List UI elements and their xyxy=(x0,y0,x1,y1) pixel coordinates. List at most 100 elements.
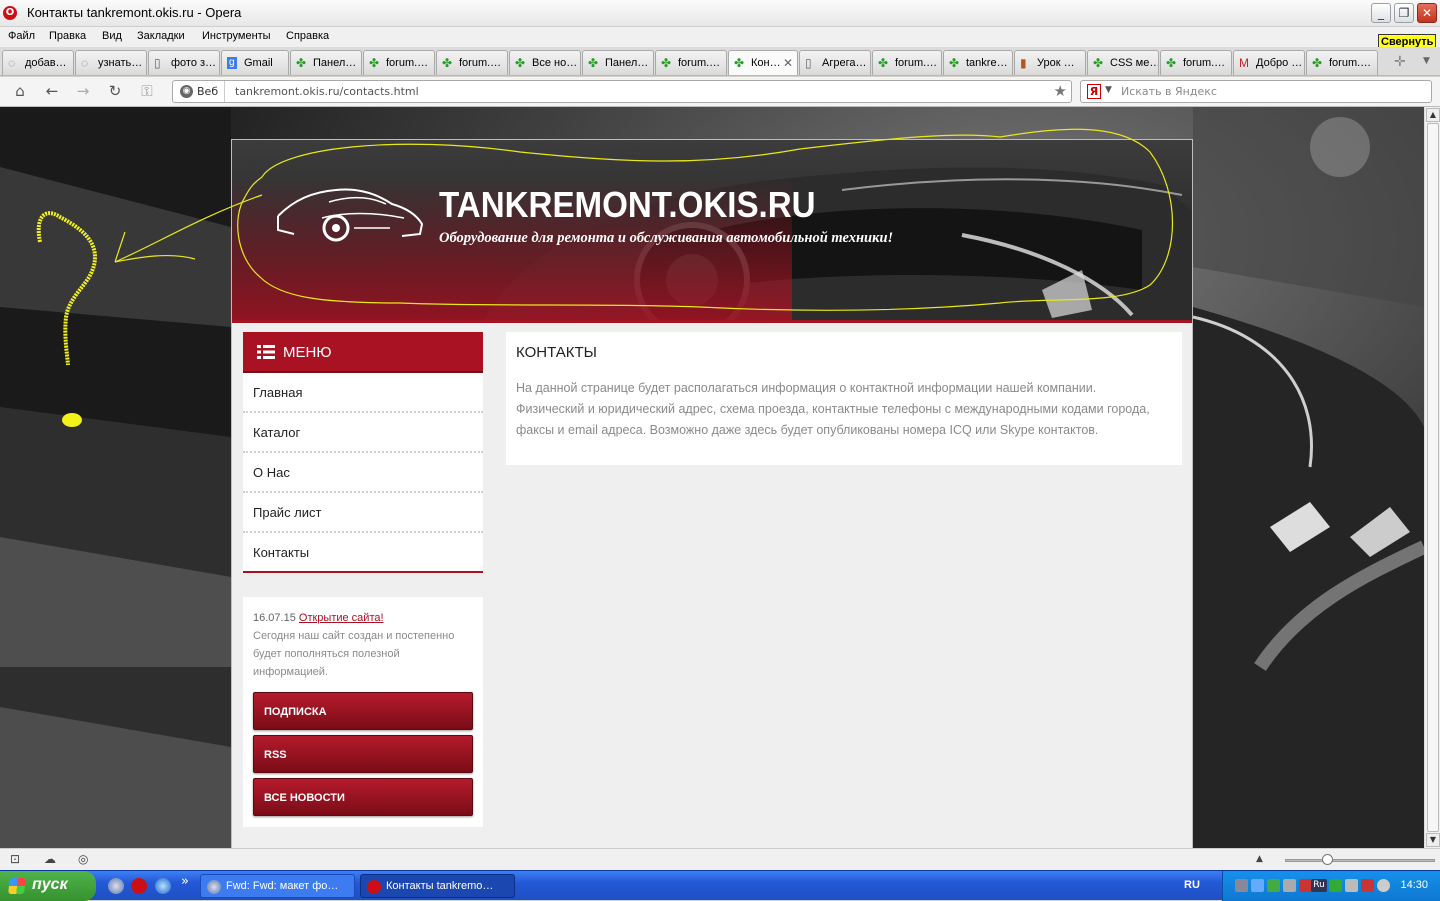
menu-bookmarks[interactable]: Закладки xyxy=(137,30,185,42)
tab-13[interactable]: ✤ forum.… xyxy=(872,50,942,75)
tab-16[interactable]: ✤ CSS ме… xyxy=(1087,50,1159,75)
address-bar[interactable]: ◉ Веб tankremont.okis.ru/contacts.html ★ xyxy=(172,80,1072,103)
tray-display-icon[interactable] xyxy=(1283,879,1296,892)
scroll-thumb[interactable] xyxy=(1427,123,1439,832)
tab-14[interactable]: ✤ tankre… xyxy=(943,50,1013,75)
view-up-icon[interactable]: ▲ xyxy=(1256,854,1263,864)
menu-help[interactable]: Справка xyxy=(286,30,329,42)
tab-label: forum.… xyxy=(1329,57,1372,69)
tray-hardware-icon[interactable] xyxy=(1345,879,1358,892)
tab-19[interactable]: ✤ forum.… xyxy=(1306,50,1378,75)
tab-4[interactable]: g Gmail xyxy=(221,50,289,75)
close-tab-icon[interactable]: ✕ xyxy=(783,56,793,70)
start-button[interactable]: пуск xyxy=(0,871,96,901)
page-icon: ▯ xyxy=(154,56,161,70)
tab-15[interactable]: ▮ Урок … xyxy=(1014,50,1086,75)
tab-5[interactable]: ✤ Панел… xyxy=(290,50,362,75)
tray-network-icon[interactable] xyxy=(1251,879,1264,892)
windows-logo-icon xyxy=(8,878,26,894)
tab-2[interactable]: ◌ узнать… xyxy=(75,50,147,75)
menu-file[interactable]: Файл xyxy=(8,30,35,42)
vertical-scrollbar[interactable]: ▲ ▼ xyxy=(1424,107,1440,848)
tab-label: Агрега… xyxy=(822,57,867,69)
task-opera[interactable]: Контакты tankremo… xyxy=(360,874,515,898)
quicklaunch-browser-icon[interactable] xyxy=(108,878,124,894)
tab-7[interactable]: ✤ forum.… xyxy=(436,50,508,75)
scroll-down-arrow-icon[interactable]: ▼ xyxy=(1426,833,1440,847)
key-icon[interactable]: ⚿ xyxy=(137,82,157,100)
tab-label: Все но… xyxy=(532,57,578,69)
tab-17[interactable]: ✤ forum.… xyxy=(1160,50,1232,75)
restore-button[interactable]: ❐ xyxy=(1394,3,1414,23)
minimize-button[interactable]: _ xyxy=(1371,3,1391,23)
web-label: Веб xyxy=(197,85,219,98)
menu-tools[interactable]: Инструменты xyxy=(202,30,271,42)
tray-language-ru[interactable]: Ru xyxy=(1311,879,1327,892)
annotation-layer xyxy=(36,128,1173,427)
close-button[interactable]: ✕ xyxy=(1417,3,1437,23)
tab-label: CSS ме… xyxy=(1110,57,1159,69)
zoom-slider-knob[interactable] xyxy=(1322,854,1333,865)
tray-download-icon[interactable] xyxy=(1267,879,1280,892)
bookmark-star-icon[interactable]: ★ xyxy=(1054,82,1067,100)
tray-clock-app-icon[interactable] xyxy=(1377,879,1390,892)
puzzle-icon: ✤ xyxy=(1166,56,1177,70)
back-icon[interactable]: ← xyxy=(42,82,62,100)
tray-printer-icon[interactable] xyxy=(1235,879,1248,892)
quicklaunch-ie-icon[interactable] xyxy=(155,878,171,894)
tab-6[interactable]: ✤ forum.… xyxy=(363,50,435,75)
tab-3[interactable]: ▯ фото з… xyxy=(148,50,220,75)
quicklaunch-opera-icon[interactable] xyxy=(131,878,147,894)
new-tab-plus-icon[interactable]: ✛ xyxy=(1394,54,1406,70)
tab-12[interactable]: ▯ Агрега… xyxy=(799,50,871,75)
tab-list-chevron-icon[interactable]: ▼ xyxy=(1423,56,1430,66)
zoom-slider[interactable] xyxy=(1285,854,1435,865)
tab-9[interactable]: ✤ Панел… xyxy=(582,50,654,75)
puzzle-icon: ✤ xyxy=(949,56,960,70)
search-box[interactable]: Я ▼ Искать в Яндекс xyxy=(1080,80,1432,103)
tray-alert-icon[interactable] xyxy=(1361,879,1374,892)
tab-label: forum.… xyxy=(895,57,938,69)
url-field[interactable]: tankremont.okis.ru/contacts.html xyxy=(235,85,419,98)
tab-10[interactable]: ✤ forum.… xyxy=(655,50,727,75)
puzzle-icon: ✤ xyxy=(296,56,307,70)
puzzle-icon: ✤ xyxy=(442,56,453,70)
tab-bar: ◌ добав… ◌ узнать… ▯ фото з… g Gmail ✤ Панел… ✤ for… xyxy=(0,47,1440,76)
home-icon[interactable]: ⌂ xyxy=(10,82,30,100)
forward-icon[interactable]: → xyxy=(73,82,93,100)
tray-antivirus-icon[interactable] xyxy=(1329,879,1342,892)
yandex-icon[interactable]: Я xyxy=(1087,84,1101,99)
task-mail[interactable]: Fwd: Fwd: макет фо… xyxy=(200,874,355,898)
tab-label: Урок … xyxy=(1037,57,1075,69)
language-indicator[interactable]: RU xyxy=(1184,879,1200,891)
quicklaunch-more-icon[interactable]: » xyxy=(181,874,189,889)
tab-label: Панел… xyxy=(605,57,649,69)
reload-icon[interactable]: ↻ xyxy=(105,82,125,100)
navigation-bar: ⌂ ← → ↻ ⚿ ◉ Веб tankremont.okis.ru/contac… xyxy=(0,77,1440,107)
tab-8[interactable]: ✤ Все но… xyxy=(509,50,581,75)
loading-icon: ◌ xyxy=(8,56,16,70)
menu-edit[interactable]: Правка xyxy=(49,30,86,42)
task-mail-label: Fwd: Fwd: макет фо… xyxy=(226,880,339,892)
menu-bar: Файл Правка Вид Закладки Инструменты Спр… xyxy=(0,27,1440,47)
tab-label: узнать… xyxy=(98,57,143,69)
menu-view[interactable]: Вид xyxy=(102,30,122,42)
web-badge[interactable]: ◉ Веб xyxy=(173,81,225,102)
tab-label: Кон… xyxy=(751,57,781,69)
search-input[interactable]: Искать в Яндекс xyxy=(1121,85,1217,98)
turbo-icon[interactable]: ◎ xyxy=(78,852,88,866)
browser-status-bar: ⊡ ☁ ◎ ▲ xyxy=(0,848,1440,870)
opera-logo-icon: O xyxy=(3,6,17,20)
scroll-up-arrow-icon[interactable]: ▲ xyxy=(1426,108,1440,122)
puzzle-icon: ✤ xyxy=(878,56,889,70)
tab-11[interactable]: ✤ Кон… ✕ xyxy=(728,50,798,75)
panel-toggle-icon[interactable]: ⊡ xyxy=(10,852,20,866)
search-engine-dropdown-icon[interactable]: ▼ xyxy=(1105,85,1112,95)
puzzle-icon: ✤ xyxy=(588,56,599,70)
tab-1[interactable]: ◌ добав… xyxy=(2,50,74,75)
page-viewport: TANKREMONT.OKIS.RU Оборудование для ремо… xyxy=(0,107,1424,848)
opera-unite-icon[interactable]: ☁ xyxy=(44,852,56,866)
puzzle-icon: ✤ xyxy=(1312,56,1323,70)
tab-18[interactable]: M Добро … xyxy=(1233,50,1305,75)
task-opera-label: Контакты tankremo… xyxy=(386,880,494,892)
